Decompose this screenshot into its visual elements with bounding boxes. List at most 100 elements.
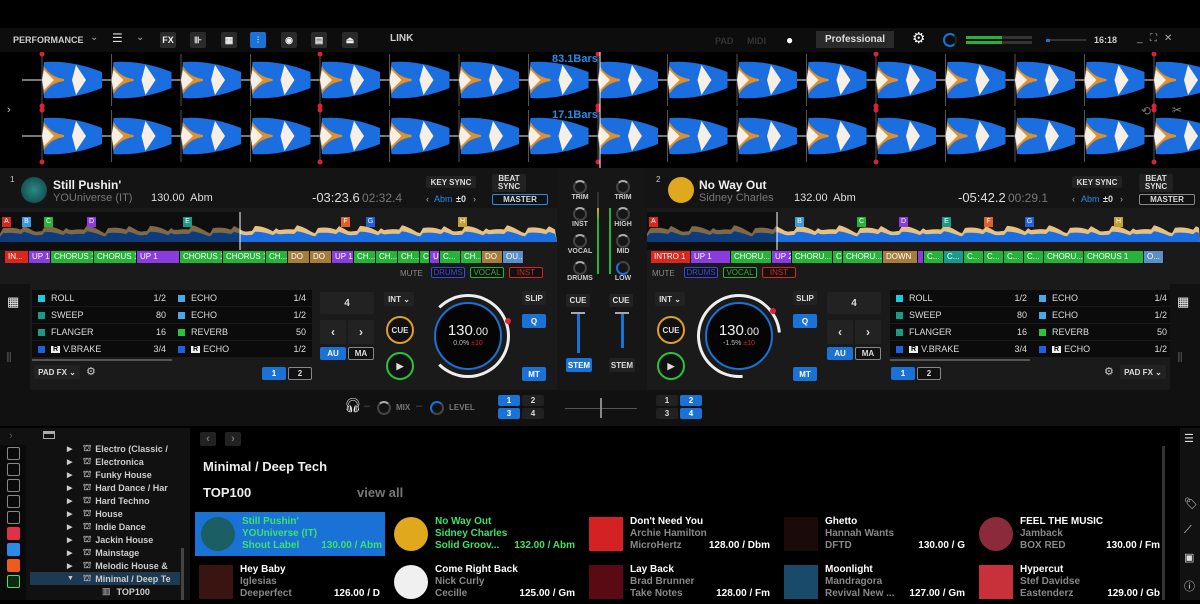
deck1-quantize-button[interactable]: Q <box>522 314 546 328</box>
deck2-key-sync-button[interactable]: KEY SYNC <box>1072 176 1122 188</box>
track-card[interactable]: FEEL THE MUSIC Jamback BOX RED 130.00 / Fm <box>975 512 1165 556</box>
minimize-icon[interactable]: _ <box>1137 33 1143 44</box>
collapsed-arrow-icon[interactable]: ▶ <box>30 549 72 557</box>
key-down-icon[interactable]: ‹ <box>1072 194 1075 204</box>
key-up-icon[interactable]: › <box>1120 194 1123 204</box>
pad-fx-roll[interactable]: ROLL 1/2 <box>890 290 1033 306</box>
pad-button[interactable]: PAD <box>715 36 733 46</box>
deck1-auto-loop[interactable]: AU <box>320 347 346 360</box>
pads-grid-icon[interactable]: ▦ <box>1177 294 1189 310</box>
stem-mute-inst[interactable]: INST <box>509 267 543 278</box>
deck2-quantize-button[interactable]: Q <box>793 314 817 328</box>
list-icon[interactable]: ☰ <box>1184 432 1194 445</box>
deck-select-2[interactable]: 2 <box>522 395 544 406</box>
deck1-key-sync-button[interactable]: KEY SYNC <box>426 176 476 188</box>
stem-mute-vocal[interactable]: VOCAL <box>723 267 757 278</box>
deck2-headphone-cue[interactable]: CUE <box>609 294 633 307</box>
stem-mute-drums[interactable]: DRUMS <box>431 267 465 278</box>
expand-icon[interactable]: › <box>7 104 11 116</box>
tidal-icon[interactable] <box>7 543 20 556</box>
waveform-canvas[interactable] <box>0 51 1200 168</box>
pad-fx-reverb[interactable]: REVERB 50 <box>172 324 312 340</box>
menu-icon[interactable]: ☰ <box>112 31 123 45</box>
browser-scrollbar[interactable] <box>1162 446 1165 600</box>
deck2-master-tempo-button[interactable]: MT <box>793 367 817 381</box>
structure-segment[interactable]: UP 2 <box>772 251 792 263</box>
deck-select-4[interactable]: 4 <box>680 408 702 419</box>
structure-segment[interactable]: CH... <box>266 251 288 263</box>
pad-fx-settings-icon[interactable]: ⚙ <box>86 365 96 378</box>
collection-icon[interactable] <box>7 463 20 476</box>
structure-segment[interactable]: C... <box>924 251 944 263</box>
collapsed-arrow-icon[interactable]: ▶ <box>30 562 72 570</box>
headphone-mix-knob[interactable] <box>377 401 391 415</box>
settings-gear-icon[interactable]: ⚙ <box>912 29 925 47</box>
webcam-icon[interactable]: ⏏ <box>342 32 358 48</box>
pad-fx-echo[interactable]: R ECHO 1/2 <box>172 341 312 357</box>
hotcue-a[interactable]: A <box>2 217 11 227</box>
video-icon[interactable]: ▤ <box>311 32 327 48</box>
deck1-cue-button[interactable]: CUE <box>386 316 414 344</box>
eq-knob-low[interactable]: LOW <box>608 261 638 288</box>
hotcue-c[interactable]: C <box>857 217 866 227</box>
hotcue-f[interactable]: F <box>984 217 993 227</box>
structure-segment[interactable]: DO <box>482 251 503 263</box>
tree-item[interactable]: ▶ ⛫ Electro (Classic / <box>30 442 180 455</box>
deck-select-4[interactable]: 4 <box>522 408 544 419</box>
tree-item[interactable]: ▶ ⛫ Hard Dance / Har <box>30 481 180 494</box>
tree-item[interactable]: ▶ ⛫ Electronica <box>30 455 180 468</box>
close-icon[interactable]: ✕ <box>1164 33 1172 44</box>
track-card[interactable]: Come Right Back Nick Curly Cecille 125.00 /… <box>390 560 580 604</box>
structure-segment[interactable]: CHORUS 1 <box>223 251 266 263</box>
music-app-icon[interactable] <box>7 527 20 540</box>
grid-icon[interactable]: ▦ <box>221 32 237 48</box>
deck1-page-1[interactable]: 1 <box>262 367 286 380</box>
deck1-slip-button[interactable]: SLIP <box>522 291 546 305</box>
structure-segment[interactable]: CHORU... <box>792 251 833 263</box>
bookmark-icon[interactable] <box>7 447 20 460</box>
deck1-headphone-cue[interactable]: CUE <box>566 294 590 307</box>
tree-scrollbar[interactable] <box>181 548 184 600</box>
loop-double-button[interactable]: › <box>855 320 881 344</box>
deck1-master-tempo-button[interactable]: MT <box>522 367 546 381</box>
deck2-page-1[interactable]: 1 <box>891 367 915 380</box>
info-icon[interactable]: ● <box>786 33 793 47</box>
collapsed-arrow-icon[interactable]: ▶ <box>30 497 72 505</box>
deck1-beat-sync-button[interactable]: BEAT SYNC <box>492 174 526 192</box>
structure-segment[interactable]: DO <box>310 251 332 263</box>
deck2-channel-fader[interactable] <box>621 313 624 348</box>
hotcue-b[interactable]: B <box>795 217 804 227</box>
pad-fx-scrollbar[interactable] <box>890 359 1030 361</box>
structure-segment[interactable]: C <box>420 251 430 263</box>
deck1-stem-button[interactable]: STEM <box>566 358 592 372</box>
structure-segment[interactable]: C... <box>1024 251 1044 263</box>
link-button[interactable]: LINK <box>390 33 413 44</box>
key-down-icon[interactable]: ‹ <box>426 194 429 204</box>
deck2-beat-sync-button[interactable]: BEAT SYNC <box>1139 174 1173 192</box>
structure-segment[interactable]: C... <box>944 251 964 263</box>
layout-icon[interactable] <box>43 431 55 439</box>
structure-segment[interactable]: CHORUS 1 <box>94 251 137 263</box>
tree-item-top100[interactable]: ▥ TOP100 <box>30 585 180 598</box>
explorer-icon[interactable] <box>7 495 20 508</box>
collapsed-arrow-icon[interactable]: ▶ <box>30 471 72 479</box>
info-icon[interactable]: ⓘ <box>1184 578 1195 594</box>
collapse-icon[interactable]: › <box>9 430 13 442</box>
structure-segment[interactable]: IN... <box>5 251 29 263</box>
structure-segment[interactable]: DOWN <box>883 251 918 263</box>
eq-knob-inst[interactable]: INST <box>565 207 595 234</box>
pad-fx-flanger[interactable]: FLANGER 16 <box>890 324 1033 340</box>
eq-knob-vocal[interactable]: VOCAL <box>565 234 595 261</box>
eq-knob-trim[interactable]: TRIM <box>565 180 595 207</box>
tree-item[interactable]: ▶ ⛫ Melodic House & <box>30 559 180 572</box>
structure-segment[interactable]: CHORUS 1 <box>180 251 223 263</box>
stem-mute-inst[interactable]: INST <box>762 267 796 278</box>
structure-segment[interactable]: UP 1 <box>137 251 180 263</box>
structure-segment[interactable]: UP 1 <box>332 251 354 263</box>
crossfader-handle[interactable] <box>600 398 602 418</box>
headphone-volume-slider[interactable] <box>1046 39 1086 42</box>
deck-select-1[interactable]: 1 <box>498 395 520 406</box>
track-card[interactable]: Moonlight Mandragora Revival New ... 127.00… <box>780 560 970 604</box>
structure-segment[interactable]: UP 1 <box>691 251 731 263</box>
pad-fx-sweep[interactable]: SWEEP 80 <box>890 307 1033 323</box>
